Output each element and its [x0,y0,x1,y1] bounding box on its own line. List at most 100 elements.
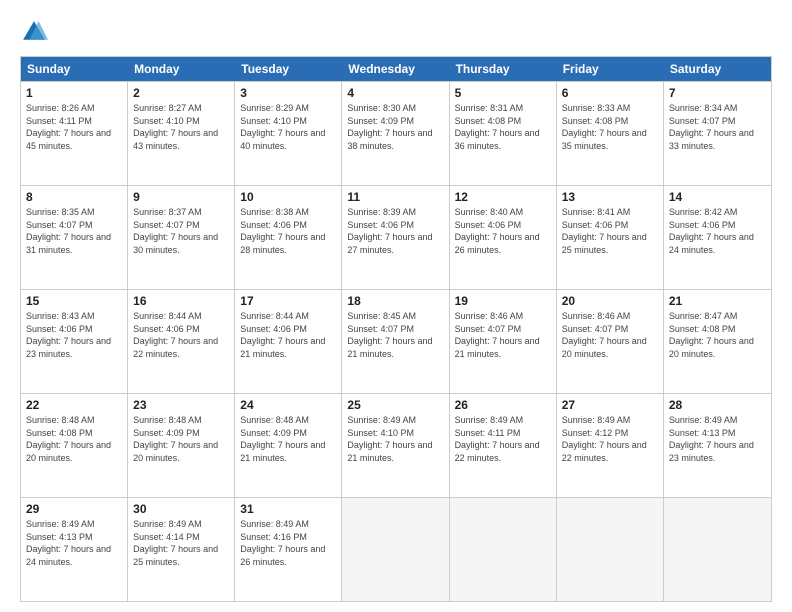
calendar-header-row: SundayMondayTuesdayWednesdayThursdayFrid… [21,57,771,81]
day-number: 10 [240,190,336,204]
day-info: Sunrise: 8:48 AMSunset: 4:09 PMDaylight:… [240,414,336,464]
day-number: 20 [562,294,658,308]
day-number: 31 [240,502,336,516]
day-info: Sunrise: 8:49 AMSunset: 4:13 PMDaylight:… [26,518,122,568]
calendar-cell: 9 Sunrise: 8:37 AMSunset: 4:07 PMDaylight… [128,186,235,289]
calendar-cell: 30 Sunrise: 8:49 AMSunset: 4:14 PMDayligh… [128,498,235,601]
calendar-cell: 6 Sunrise: 8:33 AMSunset: 4:08 PMDaylight… [557,82,664,185]
day-info: Sunrise: 8:49 AMSunset: 4:10 PMDaylight:… [347,414,443,464]
day-number: 3 [240,86,336,100]
day-info: Sunrise: 8:49 AMSunset: 4:12 PMDaylight:… [562,414,658,464]
day-number: 18 [347,294,443,308]
day-number: 11 [347,190,443,204]
calendar-cell [557,498,664,601]
day-number: 15 [26,294,122,308]
day-number: 22 [26,398,122,412]
calendar-cell: 4 Sunrise: 8:30 AMSunset: 4:09 PMDaylight… [342,82,449,185]
day-number: 9 [133,190,229,204]
day-number: 14 [669,190,766,204]
day-header-thursday: Thursday [450,57,557,81]
calendar-cell: 13 Sunrise: 8:41 AMSunset: 4:06 PMDayligh… [557,186,664,289]
day-number: 16 [133,294,229,308]
calendar-cell: 11Sunrise: 8:39 AMSunset: 4:06 PMDayligh… [342,186,449,289]
calendar-cell: 10 Sunrise: 8:38 AMSunset: 4:06 PMDayligh… [235,186,342,289]
calendar-cell: 26Sunrise: 8:49 AMSunset: 4:11 PMDayligh… [450,394,557,497]
day-number: 1 [26,86,122,100]
logo-icon [20,18,48,46]
calendar-cell: 16 Sunrise: 8:44 AMSunset: 4:06 PMDayligh… [128,290,235,393]
day-number: 13 [562,190,658,204]
calendar-week-5: 29 Sunrise: 8:49 AMSunset: 4:13 PMDayligh… [21,497,771,601]
day-info: Sunrise: 8:42 AMSunset: 4:06 PMDaylight:… [669,206,766,256]
day-info: Sunrise: 8:47 AMSunset: 4:08 PMDaylight:… [669,310,766,360]
logo [20,18,52,46]
day-info: Sunrise: 8:46 AMSunset: 4:07 PMDaylight:… [562,310,658,360]
calendar-cell [450,498,557,601]
day-number: 6 [562,86,658,100]
calendar-cell: 1 Sunrise: 8:26 AMSunset: 4:11 PMDaylight… [21,82,128,185]
day-info: Sunrise: 8:30 AMSunset: 4:09 PMDaylight:… [347,102,443,152]
day-number: 21 [669,294,766,308]
day-number: 30 [133,502,229,516]
calendar-cell [664,498,771,601]
day-header-saturday: Saturday [664,57,771,81]
day-number: 27 [562,398,658,412]
calendar-cell: 25Sunrise: 8:49 AMSunset: 4:10 PMDayligh… [342,394,449,497]
calendar-cell: 8Sunrise: 8:35 AMSunset: 4:07 PMDaylight… [21,186,128,289]
day-number: 2 [133,86,229,100]
day-number: 4 [347,86,443,100]
page: SundayMondayTuesdayWednesdayThursdayFrid… [0,0,792,612]
day-info: Sunrise: 8:33 AMSunset: 4:08 PMDaylight:… [562,102,658,152]
calendar-cell: 23 Sunrise: 8:48 AMSunset: 4:09 PMDayligh… [128,394,235,497]
day-number: 7 [669,86,766,100]
calendar-week-1: 1 Sunrise: 8:26 AMSunset: 4:11 PMDaylight… [21,81,771,185]
day-number: 29 [26,502,122,516]
calendar-week-2: 8Sunrise: 8:35 AMSunset: 4:07 PMDaylight… [21,185,771,289]
calendar-cell: 20 Sunrise: 8:46 AMSunset: 4:07 PMDayligh… [557,290,664,393]
calendar-cell [342,498,449,601]
day-header-wednesday: Wednesday [342,57,449,81]
calendar-week-3: 15 Sunrise: 8:43 AMSunset: 4:06 PMDayligh… [21,289,771,393]
header [20,18,772,46]
calendar-cell: 17 Sunrise: 8:44 AMSunset: 4:06 PMDayligh… [235,290,342,393]
day-header-monday: Monday [128,57,235,81]
day-info: Sunrise: 8:49 AMSunset: 4:16 PMDaylight:… [240,518,336,568]
day-info: Sunrise: 8:49 AMSunset: 4:14 PMDaylight:… [133,518,229,568]
day-info: Sunrise: 8:48 AMSunset: 4:09 PMDaylight:… [133,414,229,464]
day-number: 8 [26,190,122,204]
calendar-cell: 14 Sunrise: 8:42 AMSunset: 4:06 PMDayligh… [664,186,771,289]
calendar-cell: 28Sunrise: 8:49 AMSunset: 4:13 PMDayligh… [664,394,771,497]
calendar-cell: 7 Sunrise: 8:34 AMSunset: 4:07 PMDaylight… [664,82,771,185]
day-info: Sunrise: 8:37 AMSunset: 4:07 PMDaylight:… [133,206,229,256]
day-info: Sunrise: 8:44 AMSunset: 4:06 PMDaylight:… [240,310,336,360]
day-number: 19 [455,294,551,308]
day-number: 5 [455,86,551,100]
day-info: Sunrise: 8:44 AMSunset: 4:06 PMDaylight:… [133,310,229,360]
calendar: SundayMondayTuesdayWednesdayThursdayFrid… [20,56,772,602]
day-number: 12 [455,190,551,204]
calendar-cell: 29 Sunrise: 8:49 AMSunset: 4:13 PMDayligh… [21,498,128,601]
day-info: Sunrise: 8:49 AMSunset: 4:13 PMDaylight:… [669,414,766,464]
day-info: Sunrise: 8:48 AMSunset: 4:08 PMDaylight:… [26,414,122,464]
day-info: Sunrise: 8:38 AMSunset: 4:06 PMDaylight:… [240,206,336,256]
day-info: Sunrise: 8:41 AMSunset: 4:06 PMDaylight:… [562,206,658,256]
day-info: Sunrise: 8:26 AMSunset: 4:11 PMDaylight:… [26,102,122,152]
day-info: Sunrise: 8:27 AMSunset: 4:10 PMDaylight:… [133,102,229,152]
day-info: Sunrise: 8:43 AMSunset: 4:06 PMDaylight:… [26,310,122,360]
calendar-week-4: 22 Sunrise: 8:48 AMSunset: 4:08 PMDayligh… [21,393,771,497]
day-header-friday: Friday [557,57,664,81]
day-number: 26 [455,398,551,412]
day-number: 24 [240,398,336,412]
calendar-cell: 21 Sunrise: 8:47 AMSunset: 4:08 PMDayligh… [664,290,771,393]
day-info: Sunrise: 8:34 AMSunset: 4:07 PMDaylight:… [669,102,766,152]
calendar-cell: 19Sunrise: 8:46 AMSunset: 4:07 PMDayligh… [450,290,557,393]
calendar-body: 1 Sunrise: 8:26 AMSunset: 4:11 PMDaylight… [21,81,771,601]
calendar-cell: 31 Sunrise: 8:49 AMSunset: 4:16 PMDayligh… [235,498,342,601]
day-number: 17 [240,294,336,308]
day-header-sunday: Sunday [21,57,128,81]
day-header-tuesday: Tuesday [235,57,342,81]
calendar-cell: 12Sunrise: 8:40 AMSunset: 4:06 PMDayligh… [450,186,557,289]
day-info: Sunrise: 8:31 AMSunset: 4:08 PMDaylight:… [455,102,551,152]
calendar-cell: 15 Sunrise: 8:43 AMSunset: 4:06 PMDayligh… [21,290,128,393]
day-number: 23 [133,398,229,412]
